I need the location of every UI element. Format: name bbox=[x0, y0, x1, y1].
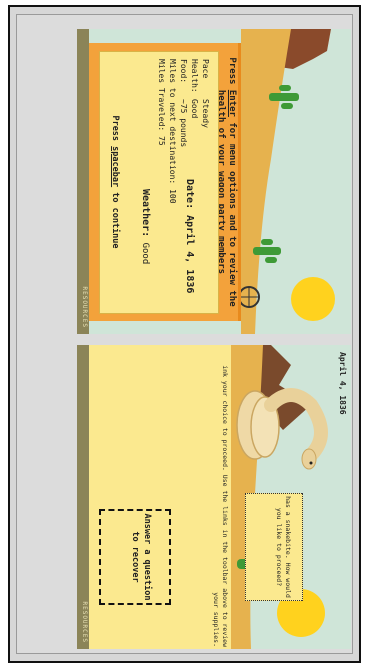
event-screen: April 4, 1836 has a snakebite. How would… bbox=[77, 345, 351, 649]
resources-bar: RESOURCES bbox=[77, 345, 89, 649]
travel-screen: Press Enter for menu options and to revi… bbox=[77, 29, 351, 334]
continue-prompt: Press spacebar to continue bbox=[110, 115, 120, 249]
date-display: Date: April 4, 1836 bbox=[184, 179, 195, 294]
stat-pace: PaceSteady bbox=[201, 59, 210, 128]
answer-question-button[interactable]: Answer a question to recover bbox=[99, 509, 171, 605]
spacebar-key-label: spacebar bbox=[110, 146, 120, 188]
event-instructions: ink your choice to proceed. Use the link… bbox=[212, 365, 229, 647]
stat-miles-traveled: Miles Traveled: 75 bbox=[157, 59, 166, 146]
desert-scenery bbox=[241, 29, 335, 334]
snakebite-message: has a snakebite. How would you like to p… bbox=[245, 493, 303, 601]
sun-icon bbox=[291, 277, 335, 321]
event-date: April 4, 1836 bbox=[338, 352, 347, 415]
prompt-suffix: for menu options and to review the healt… bbox=[216, 89, 237, 307]
resources-bar: RESOURCES bbox=[77, 29, 89, 334]
enter-key-label: Enter bbox=[227, 89, 237, 117]
rattlesnake-icon bbox=[236, 388, 328, 470]
document-frame: Press Enter for menu options and to revi… bbox=[8, 5, 361, 663]
resources-link[interactable]: RESOURCES bbox=[81, 601, 88, 643]
resources-link[interactable]: RESOURCES bbox=[81, 286, 88, 328]
prompt-prefix: Press bbox=[227, 57, 237, 90]
weather-display: Weather: Good bbox=[140, 189, 151, 265]
stat-miles-next: Miles to next destination: 100 bbox=[168, 59, 177, 204]
